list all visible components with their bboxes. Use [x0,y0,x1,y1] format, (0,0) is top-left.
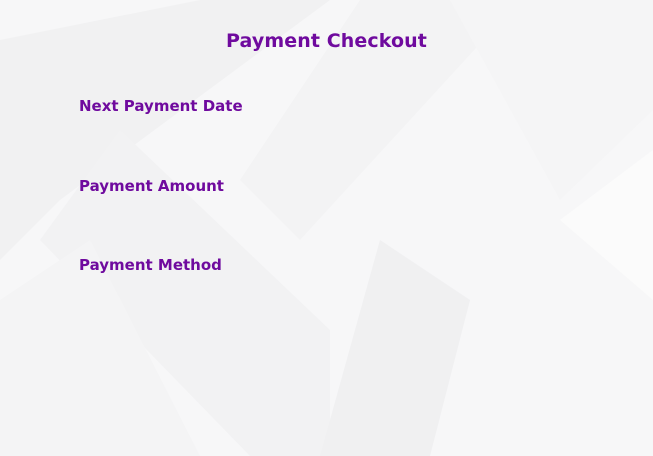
payment-method-label: Payment Method [79,256,222,274]
payment-amount-label: Payment Amount [79,177,224,195]
page-title: Payment Checkout [226,30,427,52]
checkout-page: Payment Checkout Next Payment Date Payme… [0,0,653,456]
next-payment-date-label: Next Payment Date [79,97,243,115]
